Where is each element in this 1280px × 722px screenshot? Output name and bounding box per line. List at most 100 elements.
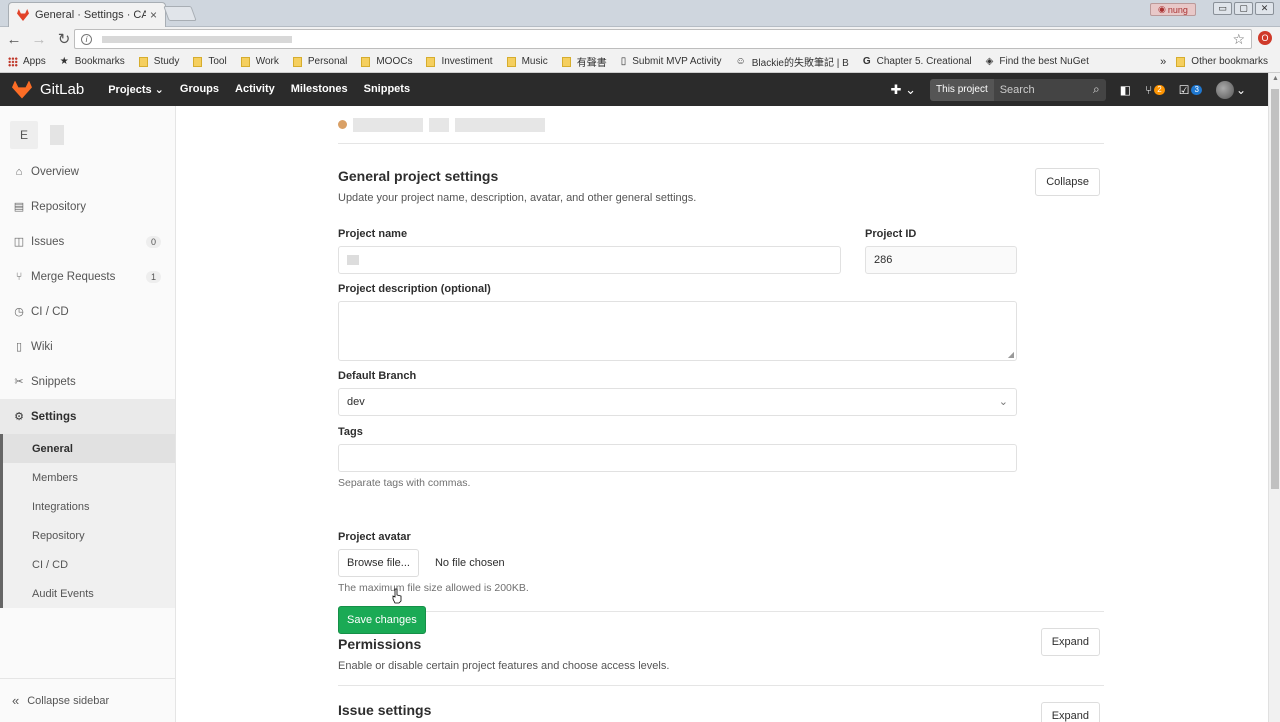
sidebar-item-snippets[interactable]: ✂ Snippets (0, 364, 175, 399)
merge-requests-button[interactable]: ⑂ 2 (1145, 83, 1165, 97)
default-branch-group: Default Branch dev ⌄ (338, 370, 1017, 416)
description-group: Project description (optional) ◢ (338, 283, 1017, 361)
tab-close-icon[interactable]: × (150, 8, 157, 22)
search-input[interactable]: Search ⌕ (993, 78, 1106, 101)
bookmark-chapter-5[interactable]: G Chapter 5. Creational (863, 56, 972, 67)
nav-activity[interactable]: Activity (235, 83, 275, 96)
merge-request-icon: ⑂ (1145, 82, 1153, 97)
breadcrumb-page-blurred[interactable] (455, 117, 545, 132)
settings-main: General project settings Update your pro… (338, 106, 1104, 722)
hand-cursor-icon (392, 588, 402, 604)
minimize-button[interactable]: ▭ (1213, 2, 1232, 15)
subnav-audit-events[interactable]: Audit Events (3, 579, 175, 608)
window-user-badge[interactable]: ◉ nung (1150, 3, 1196, 16)
reload-icon[interactable]: ↻ (53, 30, 75, 48)
issue-settings-title: Issue settings (338, 702, 432, 718)
new-item-plus-icon[interactable]: ✚ ⌄ (891, 82, 916, 98)
sidebar-project-header[interactable]: E (0, 106, 175, 154)
bookmark-nuget[interactable]: ◈ Find the best NuGet (986, 56, 1089, 67)
sidebar-item-repository[interactable]: ▤ Repository (0, 189, 175, 224)
bookmark-apps[interactable]: Apps (8, 56, 46, 67)
no-file-chosen-text: No file chosen (434, 557, 505, 569)
gitlab-header: GitLab Projects ⌄ Groups Activity Milest… (0, 73, 1268, 106)
subnav-repository[interactable]: Repository (3, 521, 175, 550)
sidebar-item-merge-requests[interactable]: ⑂ Merge Requests 1 (0, 259, 175, 294)
tags-input[interactable] (338, 444, 1017, 472)
subnav-ci-cd[interactable]: CI / CD (3, 550, 175, 579)
sidebar-item-ci-cd[interactable]: ◷ CI / CD (0, 294, 175, 329)
sidebar-item-issues[interactable]: ◫ Issues 0 (0, 224, 175, 259)
subnav-general[interactable]: General (3, 434, 175, 463)
browser-tab-active[interactable]: General · Settings · CAS × (8, 2, 166, 27)
scroll-up-arrow-icon[interactable]: ▲ (1272, 75, 1279, 82)
bookmark-folder-work[interactable]: Work (240, 56, 279, 67)
page-scrollbar[interactable]: ▲ (1268, 73, 1280, 722)
sidebar-item-overview[interactable]: ⌂ Overview (0, 154, 175, 189)
search-scope-badge[interactable]: This project (930, 78, 994, 101)
bookmark-star-icon[interactable]: ☆ (1232, 31, 1245, 48)
issue-settings-expand-button[interactable]: Expand (1040, 702, 1100, 722)
project-id-field[interactable]: 286 (865, 246, 1017, 274)
site-info-icon[interactable]: i (81, 33, 92, 45)
bookmark-blackie[interactable]: ☺ Blackie的失敗筆記 | B (736, 54, 849, 69)
bookmark-folder-study[interactable]: Study (138, 56, 179, 67)
bookmarks-bar: Apps ★ Bookmarks Study Tool Work Personal… (0, 51, 1280, 73)
bookmark-folder-music[interactable]: Music (506, 56, 548, 67)
sidebar-item-settings[interactable]: ⚙ Settings (0, 399, 175, 434)
bookmark-bookmarks[interactable]: ★ Bookmarks (60, 56, 125, 67)
avatar-label: Project avatar (338, 531, 411, 543)
project-sidebar: E ⌂ Overview ▤ Repository ◫ Issues 0 ⑂ Merge … (0, 106, 176, 722)
bookmark-folder-personal[interactable]: Personal (292, 56, 347, 67)
project-description-textarea[interactable]: ◢ (338, 301, 1017, 361)
gitlab-logo[interactable]: GitLab (12, 80, 85, 99)
tags-group: Tags Separate tags with commas. (338, 426, 1017, 489)
user-menu[interactable]: ⌄ (1215, 80, 1246, 99)
scrollbar-thumb[interactable] (1271, 89, 1279, 489)
bookmark-folder-moocs[interactable]: MOOCs (361, 56, 412, 67)
forward-arrow-icon[interactable]: → (28, 31, 50, 48)
address-bar[interactable]: i ☆ (74, 29, 1252, 49)
permissions-expand-button[interactable]: Expand (1040, 628, 1100, 656)
mr-count-badge: 2 (1154, 84, 1165, 95)
nav-projects[interactable]: Projects ⌄ (108, 83, 164, 96)
browse-file-button[interactable]: Browse file... (338, 549, 419, 577)
collapse-sidebar-button[interactable]: « Collapse sidebar (0, 678, 175, 722)
bookmark-folder-audiobooks[interactable]: 有聲書 (561, 54, 607, 69)
folder-icon (292, 56, 302, 67)
folder-icon (193, 56, 203, 67)
chevron-down-icon: ⌄ (1235, 82, 1246, 97)
folder-icon (240, 56, 250, 67)
default-branch-select[interactable]: dev ⌄ (338, 388, 1017, 416)
bookmark-folder-investiment[interactable]: Investiment (426, 56, 493, 67)
breadcrumb-project-blurred[interactable] (429, 117, 449, 132)
close-window-button[interactable]: ✕ (1255, 2, 1274, 15)
subnav-members[interactable]: Members (3, 463, 175, 492)
tags-label: Tags (338, 426, 363, 438)
sidebar-item-wiki[interactable]: ▯ Wiki (0, 329, 175, 364)
nav-groups[interactable]: Groups (180, 83, 219, 96)
project-id-label: Project ID (865, 228, 917, 240)
bookmark-folder-tool[interactable]: Tool (193, 56, 227, 67)
subnav-integrations[interactable]: Integrations (3, 492, 175, 521)
permissions-description: Enable or disable certain project featur… (338, 660, 670, 672)
collapse-button[interactable]: Collapse (1035, 168, 1100, 196)
sidebar-toggle-icon[interactable]: ◧ (1120, 83, 1131, 97)
resize-handle-icon[interactable]: ◢ (1008, 350, 1014, 359)
extension-icon[interactable]: O (1258, 31, 1272, 45)
brand-name: GitLab (40, 81, 85, 98)
project-name-input[interactable] (338, 246, 841, 274)
maximize-button[interactable]: ▢ (1234, 2, 1253, 15)
permissions-section: Permissions Enable or disable certain pr… (338, 612, 1104, 686)
other-bookmarks[interactable]: Other bookmarks (1176, 56, 1268, 67)
breadcrumb-group-blurred[interactable] (353, 117, 423, 132)
nav-milestones[interactable]: Milestones (291, 83, 348, 96)
back-arrow-icon[interactable]: ← (3, 31, 25, 48)
new-tab-button[interactable] (163, 6, 197, 21)
bookmarks-overflow-icon[interactable]: » (1160, 56, 1166, 68)
avatar-file-row: Browse file... No file chosen (338, 549, 1017, 577)
todos-button[interactable]: ☑ 3 (1179, 83, 1202, 97)
tab-title: General · Settings · CAS (35, 9, 146, 21)
nav-snippets[interactable]: Snippets (364, 83, 410, 96)
header-right: ✚ ⌄ This project Search ⌕ ◧ ⑂ 2 ☑ 3 ⌄ (891, 73, 1246, 106)
bookmark-submit-mvp[interactable]: ▯ Submit MVP Activity (621, 56, 722, 67)
